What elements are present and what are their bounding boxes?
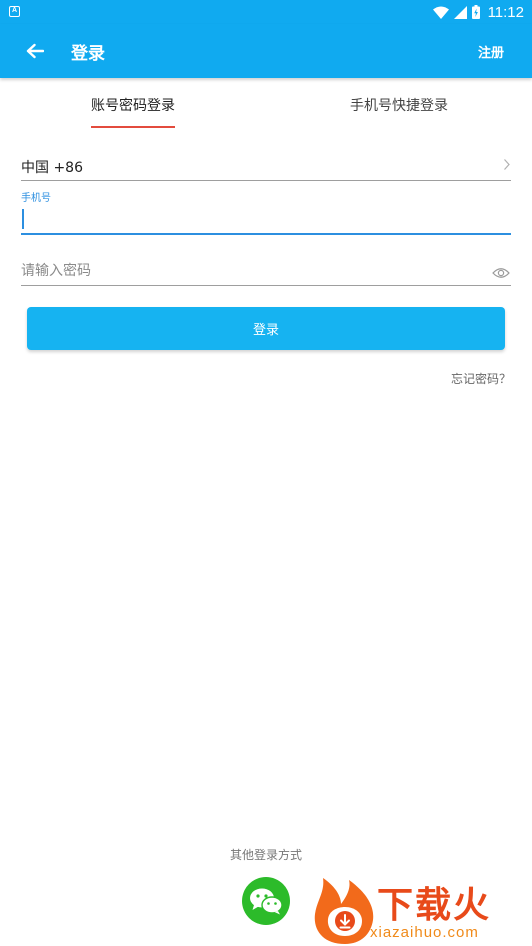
toggle-password-visibility[interactable] [492, 264, 510, 283]
password-divider [21, 285, 511, 286]
status-icons: 11:12 [432, 0, 524, 24]
tab-account-password[interactable]: 账号密码登录 [91, 95, 175, 115]
back-button[interactable] [20, 37, 50, 65]
status-time: 11:12 [487, 3, 524, 21]
phone-underline [21, 233, 511, 235]
wifi-icon [432, 6, 449, 19]
wechat-icon [250, 888, 283, 915]
signal-icon [453, 5, 467, 19]
notification-icon: A [9, 6, 20, 17]
watermark: 下载火 xiazaihuo.com [305, 872, 532, 946]
battery-icon [471, 5, 480, 19]
phone-input[interactable] [21, 205, 511, 233]
flame-logo-icon [314, 878, 374, 944]
country-code-selector[interactable]: 中国 +86 [21, 157, 511, 179]
status-bar: A 11:12 [0, 0, 532, 24]
country-code: 中国 +86 [21, 160, 83, 176]
eye-icon [492, 268, 510, 278]
text-cursor [22, 209, 24, 229]
forgot-password-link[interactable]: 忘记密码？ [451, 370, 511, 387]
login-tabs: 账号密码登录 手机号快捷登录 [0, 80, 532, 130]
watermark-brand: 下载火 [377, 885, 492, 926]
password-input[interactable] [21, 258, 481, 284]
page-title: 登录 [71, 44, 105, 64]
tab-phone-quick[interactable]: 手机号快捷登录 [350, 95, 448, 115]
arrow-left-icon [26, 43, 44, 59]
country-divider [21, 180, 511, 181]
watermark-url: xiazaihuo.com [370, 924, 479, 941]
login-button[interactable]: 登录 [27, 307, 505, 350]
other-login-title: 其他登录方式 [229, 848, 302, 862]
phone-field-label: 手机号 [21, 193, 51, 204]
wechat-login-button[interactable] [242, 877, 290, 925]
register-button[interactable]: 注册 [478, 42, 504, 61]
app-bar: 登录 注册 [0, 24, 532, 78]
tab-indicator [91, 126, 175, 128]
chevron-right-icon [504, 159, 510, 170]
